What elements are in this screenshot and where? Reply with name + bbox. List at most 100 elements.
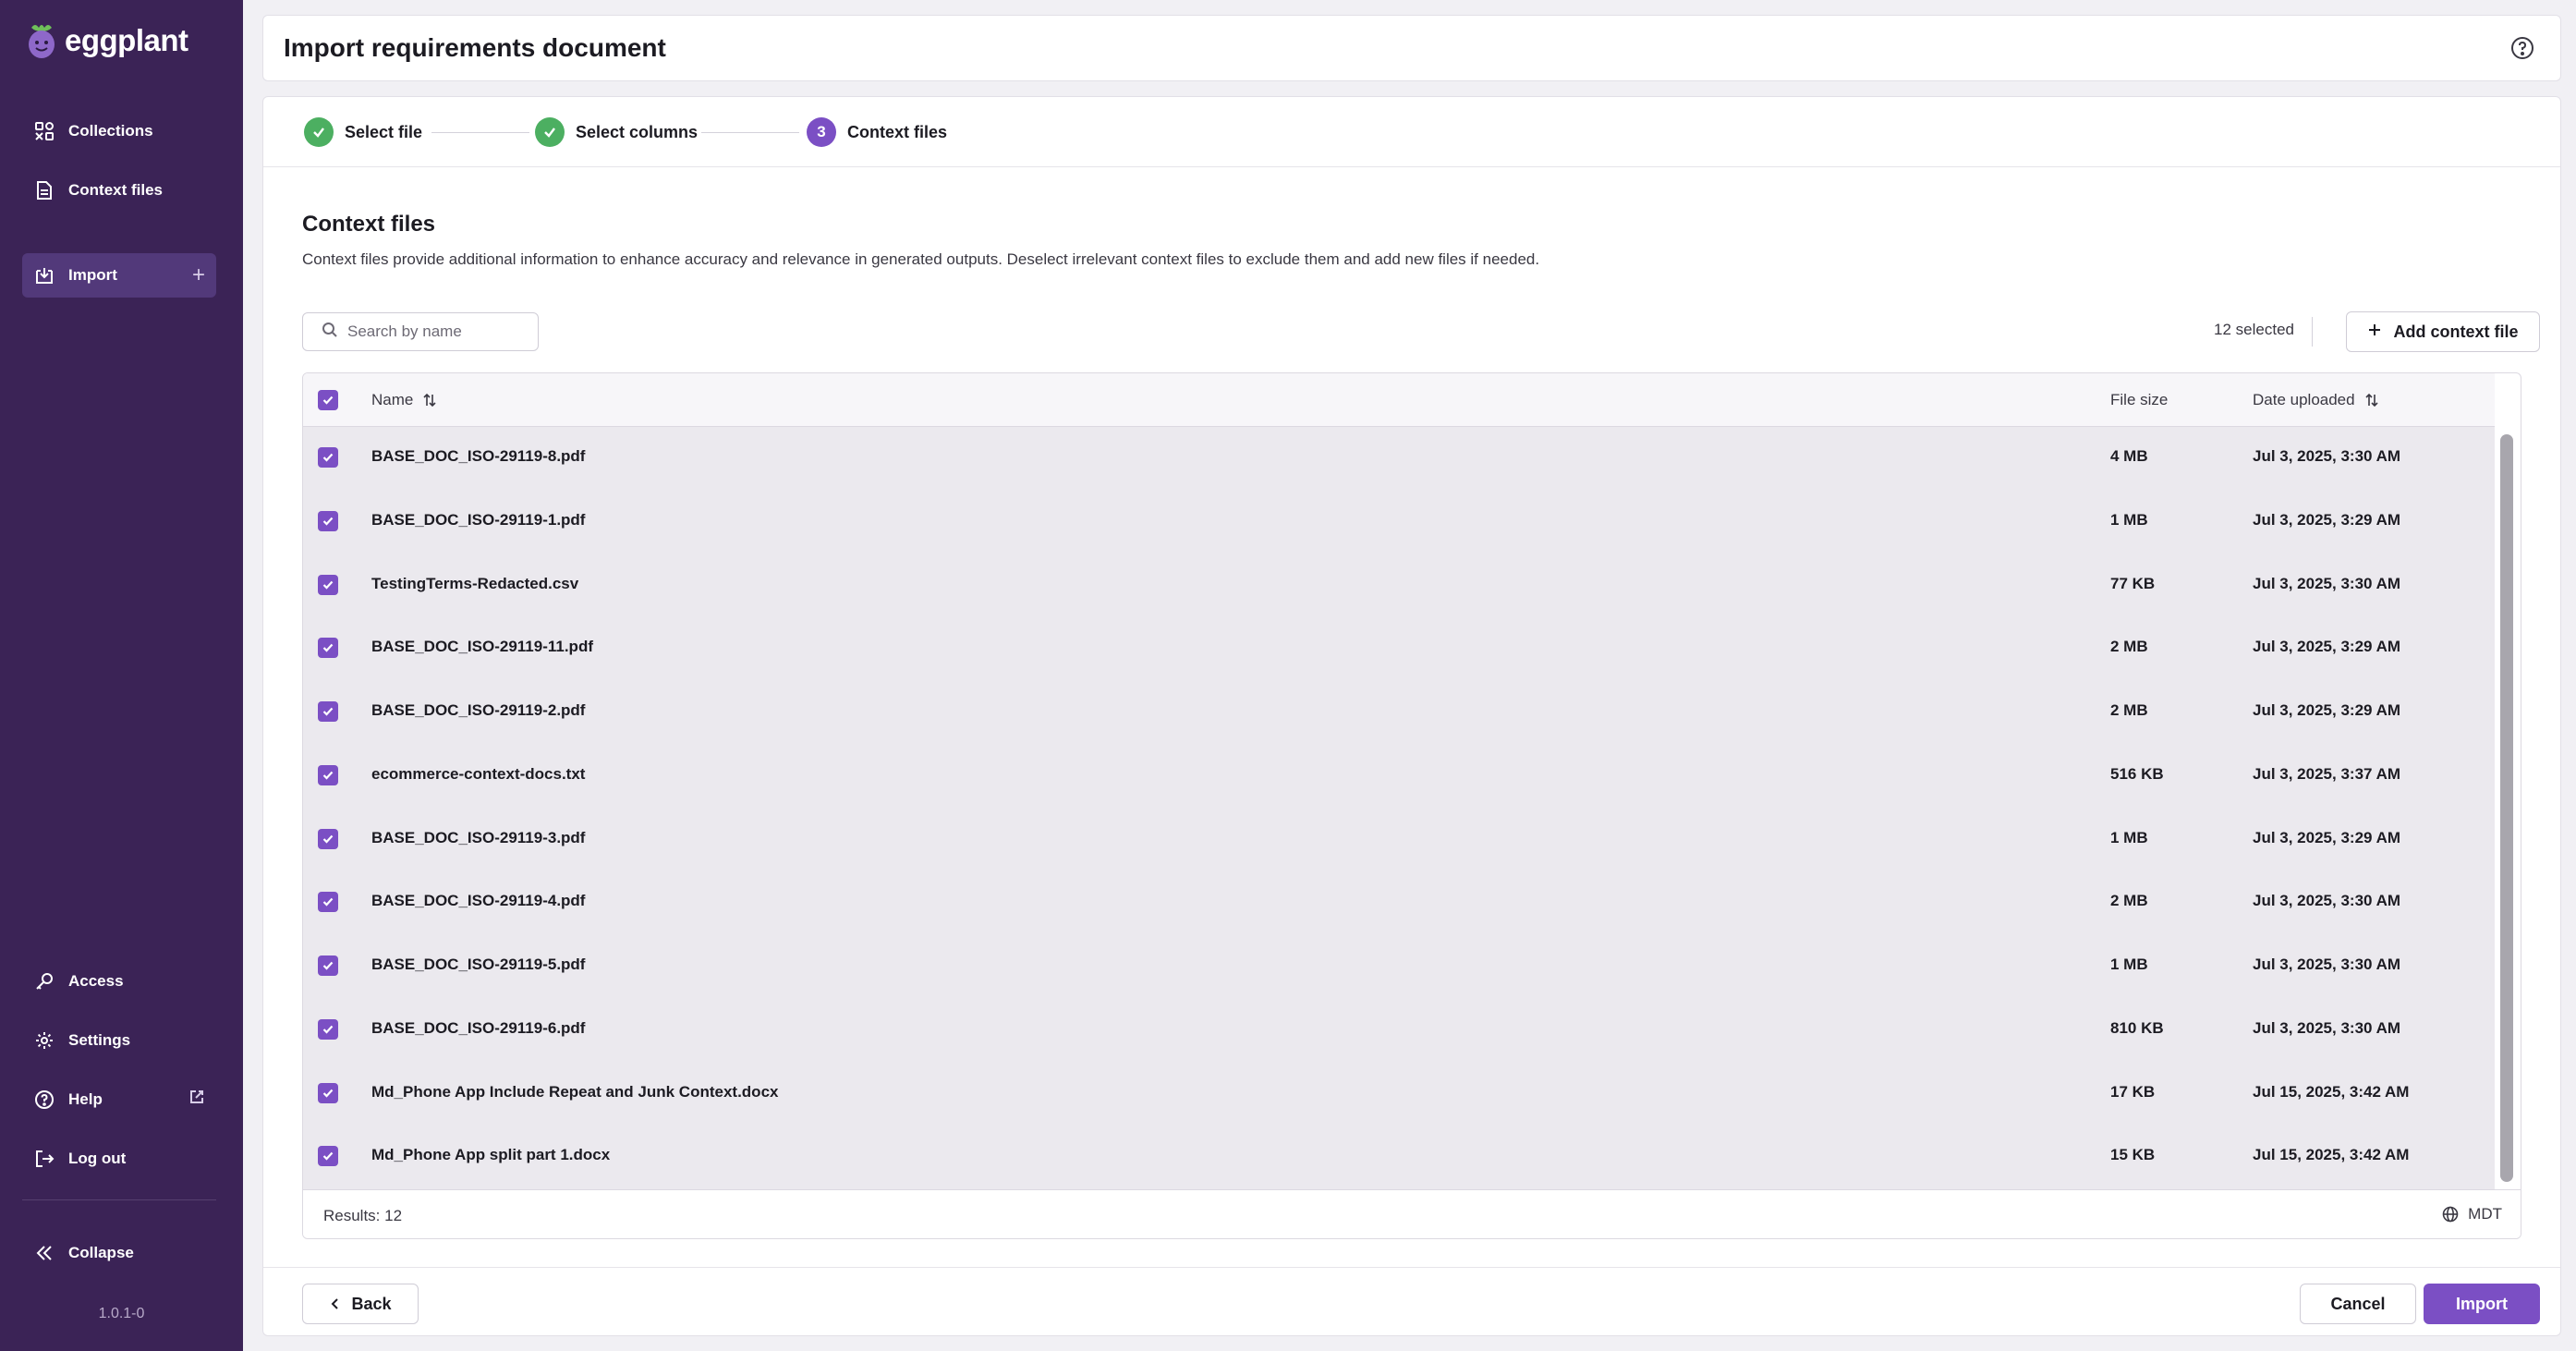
- table-row[interactable]: BASE_DOC_ISO-29119-1.pdf 1 MB Jul 3, 2025,…: [303, 491, 2495, 554]
- plus-icon: [2367, 323, 2382, 342]
- collections-icon: [33, 120, 55, 142]
- sidebar-item-label: Import: [68, 266, 117, 284]
- table-row[interactable]: BASE_DOC_ISO-29119-5.pdf 1 MB Jul 3, 2025,…: [303, 935, 2495, 999]
- step-label: Select columns: [576, 122, 699, 141]
- file-size-cell: 516 KB: [2110, 764, 2164, 783]
- sort-icon: [2365, 393, 2378, 408]
- add-context-file-button[interactable]: Add context file: [2346, 311, 2540, 352]
- check-icon: [322, 453, 334, 462]
- cancel-label: Cancel: [2330, 1294, 2386, 1313]
- sort-icon: [423, 393, 436, 408]
- back-button[interactable]: Back: [302, 1284, 419, 1324]
- search-icon: [322, 322, 338, 343]
- date-uploaded-cell: Jul 3, 2025, 3:29 AM: [2253, 701, 2401, 719]
- table-row[interactable]: Md_Phone App split part 1.docx 15 KB Jul 1…: [303, 1126, 2495, 1189]
- sidebar-item-log-out[interactable]: Log out: [22, 1137, 216, 1181]
- table-body: BASE_DOC_ISO-29119-8.pdf 4 MB Jul 3, 2025,…: [303, 427, 2495, 1189]
- check-icon: [322, 580, 334, 590]
- file-size-cell: 2 MB: [2110, 638, 2148, 656]
- row-checkbox[interactable]: [318, 638, 338, 659]
- back-label: Back: [351, 1294, 392, 1313]
- sidebar-item-collections[interactable]: Collections: [22, 109, 216, 153]
- file-name-cell: BASE_DOC_ISO-29119-3.pdf: [371, 828, 586, 846]
- date-uploaded-cell: Jul 3, 2025, 3:30 AM: [2253, 1018, 2401, 1037]
- sidebar-item-label: Context files: [68, 181, 164, 199]
- sidebar-collapse-button[interactable]: Collapse: [22, 1231, 216, 1275]
- table-header: Name File size Date uploaded: [303, 373, 2495, 427]
- sidebar-item-label: Settings: [68, 1031, 131, 1049]
- row-checkbox[interactable]: [318, 701, 338, 722]
- check-icon: [322, 1152, 334, 1161]
- column-header-date-uploaded[interactable]: Date uploaded: [2253, 391, 2379, 409]
- row-checkbox[interactable]: [318, 1018, 338, 1040]
- table-row[interactable]: TestingTerms-Redacted.csv 77 KB Jul 3, 202…: [303, 554, 2495, 618]
- check-icon: [322, 517, 334, 526]
- collapse-label: Collapse: [68, 1244, 134, 1261]
- table-row[interactable]: BASE_DOC_ISO-29119-6.pdf 810 KB Jul 3, 202…: [303, 999, 2495, 1063]
- file-name-cell: BASE_DOC_ISO-29119-5.pdf: [371, 955, 586, 973]
- date-uploaded-cell: Jul 3, 2025, 3:29 AM: [2253, 510, 2401, 529]
- timezone-label: MDT: [2468, 1205, 2502, 1223]
- check-icon: [322, 707, 334, 716]
- double-chevron-left-icon: [33, 1242, 55, 1264]
- file-name-cell: BASE_DOC_ISO-29119-1.pdf: [371, 510, 586, 529]
- column-header-label: Name: [371, 391, 414, 408]
- help-icon[interactable]: [2510, 36, 2534, 65]
- cancel-button[interactable]: Cancel: [2300, 1284, 2416, 1324]
- table-row[interactable]: BASE_DOC_ISO-29119-3.pdf 1 MB Jul 3, 2025,…: [303, 809, 2495, 872]
- sidebar-item-import[interactable]: Import +: [22, 253, 216, 298]
- row-checkbox[interactable]: [318, 574, 338, 595]
- row-checkbox[interactable]: [318, 764, 338, 785]
- table-row[interactable]: BASE_DOC_ISO-29119-4.pdf 2 MB Jul 3, 2025,…: [303, 871, 2495, 935]
- search-box[interactable]: [302, 312, 539, 351]
- import-label: Import: [2456, 1294, 2508, 1313]
- row-checkbox[interactable]: [318, 1146, 338, 1167]
- check-icon: [322, 644, 334, 652]
- logo-text: eggplant: [65, 23, 188, 57]
- table-row[interactable]: BASE_DOC_ISO-29119-2.pdf 2 MB Jul 3, 2025,…: [303, 681, 2495, 745]
- table-row[interactable]: ecommerce-context-docs.txt 516 KB Jul 3, 2…: [303, 745, 2495, 809]
- table-scrollbar[interactable]: [2495, 427, 2521, 1189]
- row-checkbox[interactable]: [318, 1082, 338, 1103]
- search-input[interactable]: [347, 323, 532, 341]
- select-all-checkbox[interactable]: [318, 390, 338, 410]
- check-icon: [322, 1089, 334, 1098]
- section-title: Context files: [302, 212, 436, 237]
- step-select-columns[interactable]: Select columns: [535, 117, 698, 147]
- sidebar-item-help[interactable]: Help: [22, 1077, 216, 1122]
- sidebar-item-context-files[interactable]: Context files: [22, 168, 216, 213]
- app-version: 1.0.1-0: [98, 1306, 145, 1321]
- timezone-indicator[interactable]: MDT: [2442, 1205, 2502, 1223]
- row-checkbox[interactable]: [318, 955, 338, 976]
- step-context-files[interactable]: 3 Context files: [807, 117, 947, 147]
- column-header-name[interactable]: Name: [371, 391, 437, 409]
- step-connector: [431, 132, 529, 133]
- sidebar-item-access[interactable]: Access: [22, 959, 216, 1004]
- file-size-cell: 2 MB: [2110, 892, 2148, 910]
- external-link-icon: [188, 1089, 205, 1110]
- file-size-cell: 1 MB: [2110, 510, 2148, 529]
- file-size-cell: 77 KB: [2110, 574, 2156, 592]
- step-number: 3: [807, 117, 836, 147]
- logout-icon: [33, 1148, 55, 1170]
- sidebar-item-settings[interactable]: Settings: [22, 1018, 216, 1063]
- scrollbar-thumb[interactable]: [2500, 434, 2513, 1182]
- toolbar-divider: [2312, 317, 2313, 347]
- row-checkbox[interactable]: [318, 510, 338, 531]
- table-row[interactable]: BASE_DOC_ISO-29119-8.pdf 4 MB Jul 3, 2025,…: [303, 427, 2495, 491]
- document-icon: [33, 179, 55, 201]
- eggplant-logo[interactable]: eggplant: [24, 20, 188, 61]
- date-uploaded-cell: Jul 3, 2025, 3:29 AM: [2253, 638, 2401, 656]
- plus-icon[interactable]: +: [192, 262, 205, 288]
- step-select-file[interactable]: Select file: [304, 117, 422, 147]
- row-checkbox[interactable]: [318, 892, 338, 913]
- import-button[interactable]: Import: [2424, 1284, 2540, 1324]
- gear-icon: [33, 1029, 55, 1052]
- row-checkbox[interactable]: [318, 447, 338, 468]
- table-row[interactable]: Md_Phone App Include Repeat and Junk Con…: [303, 1063, 2495, 1126]
- globe-icon: [2442, 1206, 2459, 1223]
- add-context-file-label: Add context file: [2393, 322, 2519, 341]
- table-row[interactable]: BASE_DOC_ISO-29119-11.pdf 2 MB Jul 3, 2025…: [303, 617, 2495, 681]
- row-checkbox[interactable]: [318, 828, 338, 849]
- help-icon: [33, 1089, 55, 1111]
